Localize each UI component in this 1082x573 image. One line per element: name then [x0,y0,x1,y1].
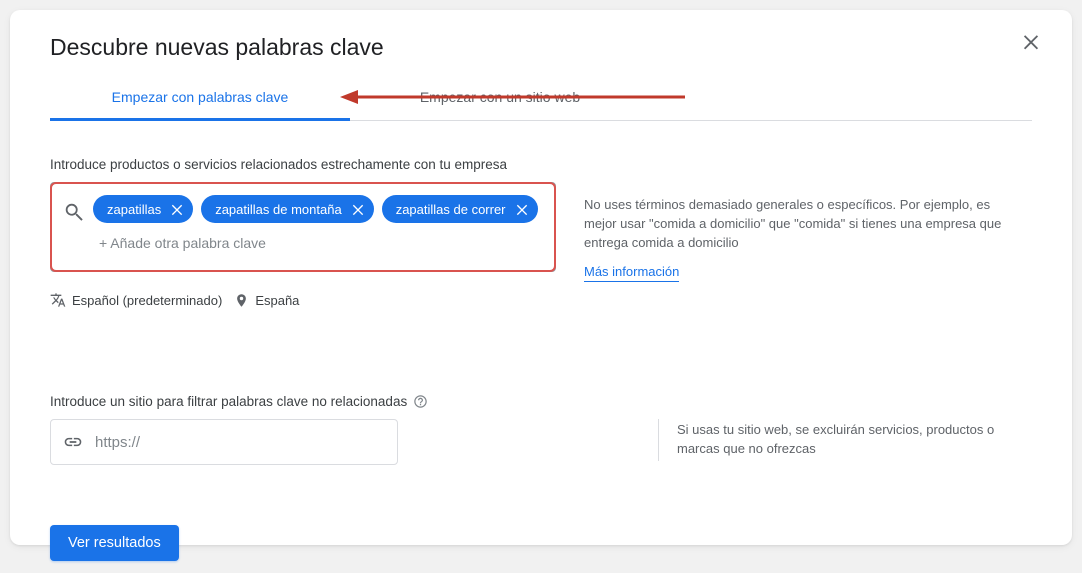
chip-remove-icon[interactable] [169,201,185,217]
site-hint: Si usas tu sitio web, se excluirán servi… [658,419,998,461]
search-icon [57,195,93,223]
chip-remove-icon[interactable] [514,201,530,217]
tab-start-with-keywords[interactable]: Empezar con palabras clave [50,77,350,121]
see-results-button[interactable]: Ver resultados [50,525,179,561]
link-icon [63,432,83,452]
keywords-hint: No uses términos demasiado generales o e… [584,196,1004,282]
keyword-chip[interactable]: zapatillas de correr [382,195,538,223]
keywords-label: Introduce productos o servicios relacion… [50,157,1032,172]
tab-start-with-website[interactable]: Empezar con un sitio web [350,77,650,120]
keyword-chip[interactable]: zapatillas de montaña [201,195,373,223]
close-button[interactable] [1020,30,1042,52]
keywords-input-box[interactable]: zapatillas zapatillas de montaña zapatil… [50,182,556,272]
site-filter-label: Introduce un sitio para filtrar palabras… [50,394,407,409]
help-icon[interactable] [413,394,428,409]
tabs: Empezar con palabras clave Empezar con u… [50,77,1032,121]
hint-text: No uses términos demasiado generales o e… [584,197,1001,250]
dialog-title: Descubre nuevas palabras clave [50,34,1032,61]
language-value[interactable]: Español (predeterminado) [72,293,222,308]
more-info-link[interactable]: Más información [584,263,679,283]
keyword-planner-dialog: Descubre nuevas palabras clave Empezar c… [10,10,1072,545]
add-keyword-input[interactable]: + Añade otra palabra clave [93,231,272,255]
location-value[interactable]: España [255,293,299,308]
chip-remove-icon[interactable] [350,201,366,217]
location-icon [234,293,249,308]
language-location-row: Español (predeterminado) España [50,292,1032,308]
close-icon [1020,30,1042,52]
keyword-chip[interactable]: zapatillas [93,195,193,223]
chip-label: zapatillas de montaña [215,202,341,217]
translate-icon [50,292,66,308]
chip-label: zapatillas de correr [396,202,506,217]
site-url-input-wrap[interactable] [50,419,398,465]
chip-label: zapatillas [107,202,161,217]
chips-area: zapatillas zapatillas de montaña zapatil… [93,195,545,255]
site-url-input[interactable] [95,434,385,451]
